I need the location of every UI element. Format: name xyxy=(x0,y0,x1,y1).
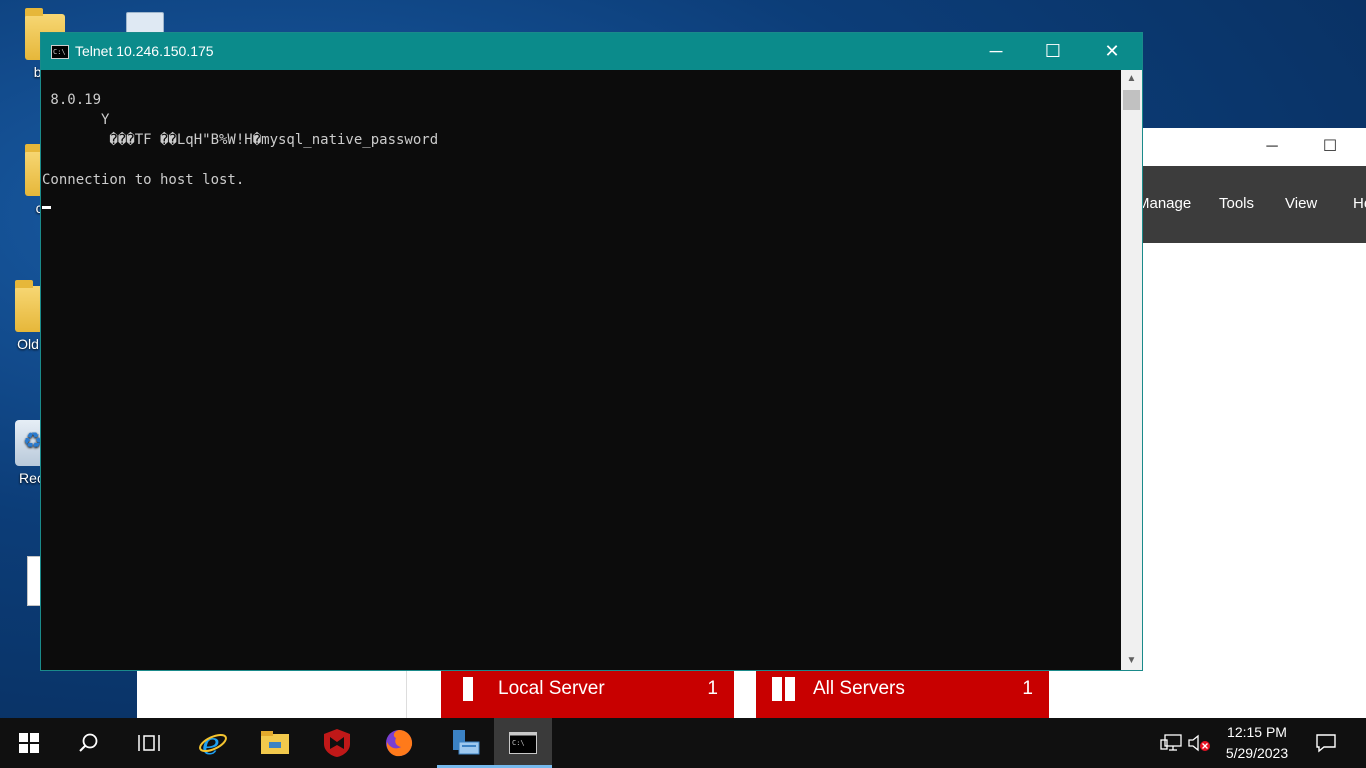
taskbar-server-manager[interactable] xyxy=(437,718,495,768)
task-view-icon xyxy=(138,735,160,751)
internet-explorer-icon: e xyxy=(199,728,227,758)
scroll-up-arrow-icon[interactable]: ▲ xyxy=(1121,70,1142,88)
tile-header[interactable]: Local Server 1 xyxy=(441,670,734,718)
command-prompt-icon: C:\ xyxy=(509,732,537,754)
scroll-thumb[interactable] xyxy=(1123,90,1140,110)
tile-local-server[interactable]: Local Server 1 xyxy=(441,670,734,718)
window-title: Telnet 10.246.150.175 xyxy=(75,43,214,59)
server-manager-icon xyxy=(453,730,480,755)
close-button[interactable]: ✕ xyxy=(1083,33,1141,70)
vertical-scrollbar[interactable]: ▲ ▼ xyxy=(1121,70,1142,670)
server-icon xyxy=(463,677,473,701)
maximize-button[interactable]: ☐ xyxy=(1024,33,1082,70)
task-view-button[interactable] xyxy=(120,718,178,768)
file-explorer-icon xyxy=(261,731,289,754)
tile-count: 1 xyxy=(1022,678,1033,699)
servers-icon xyxy=(772,677,796,701)
menu-view[interactable]: View xyxy=(1285,195,1317,212)
menu-help[interactable]: He xyxy=(1353,195,1366,212)
taskbar: e C:\ 12:15 PM 5/29/2023 xyxy=(0,718,1366,768)
console-line: 8.0.19 xyxy=(42,92,102,108)
minimize-button[interactable]: ─ xyxy=(967,33,1025,70)
taskbar-command-prompt[interactable]: C:\ xyxy=(494,718,552,768)
taskbar-file-explorer[interactable] xyxy=(246,718,304,768)
search-icon xyxy=(79,733,98,752)
taskbar-mcafee[interactable] xyxy=(308,718,366,768)
console-line: Y xyxy=(42,112,110,128)
console-output[interactable]: 8.0.19 Y ���TF ��LqH"B%W!H�mysql_native_… xyxy=(41,70,1121,670)
menu-manage[interactable]: Manage xyxy=(1137,195,1191,212)
tile-all-servers[interactable]: All Servers 1 xyxy=(756,670,1049,718)
tile-count: 1 xyxy=(707,678,718,699)
minimize-button[interactable]: ─ xyxy=(1249,132,1295,162)
svg-text:e: e xyxy=(202,728,220,758)
clock-time: 12:15 PM xyxy=(1227,724,1287,740)
console-app-icon: C:\ xyxy=(51,45,69,59)
network-status[interactable] xyxy=(1158,718,1184,768)
taskbar-clock[interactable]: 12:15 PM 5/29/2023 xyxy=(1215,722,1299,764)
text-cursor xyxy=(42,206,51,209)
tile-label: Local Server xyxy=(498,678,605,699)
console-line: Connection to host lost. xyxy=(42,172,245,188)
action-center-button[interactable] xyxy=(1306,718,1346,768)
maximize-button[interactable]: ☐ xyxy=(1307,132,1353,162)
notification-icon xyxy=(1316,734,1336,753)
tile-label: All Servers xyxy=(813,678,905,699)
telnet-titlebar[interactable]: C:\ Telnet 10.246.150.175 ─ ☐ ✕ xyxy=(41,33,1142,70)
console-line: ���TF ��LqH"B%W!H�mysql_native_password xyxy=(42,132,439,148)
search-button[interactable] xyxy=(60,718,118,768)
clock-date: 5/29/2023 xyxy=(1225,745,1289,761)
windows-logo-icon xyxy=(19,733,39,753)
menu-tools[interactable]: Tools xyxy=(1219,195,1254,212)
scroll-down-arrow-icon[interactable]: ▼ xyxy=(1121,652,1142,670)
network-monitor-icon xyxy=(1160,734,1182,751)
taskbar-firefox[interactable] xyxy=(370,718,428,768)
speaker-muted-icon xyxy=(1188,734,1210,752)
tile-header[interactable]: All Servers 1 xyxy=(756,670,1049,718)
volume-status[interactable] xyxy=(1186,718,1212,768)
start-button[interactable] xyxy=(0,718,58,768)
taskbar-internet-explorer[interactable]: e xyxy=(184,718,242,768)
firefox-icon xyxy=(386,730,413,757)
mcafee-shield-icon xyxy=(324,729,350,757)
svg-text:C:\: C:\ xyxy=(512,739,525,747)
telnet-window: C:\ Telnet 10.246.150.175 ─ ☐ ✕ 8.0.19 Y… xyxy=(40,32,1143,671)
